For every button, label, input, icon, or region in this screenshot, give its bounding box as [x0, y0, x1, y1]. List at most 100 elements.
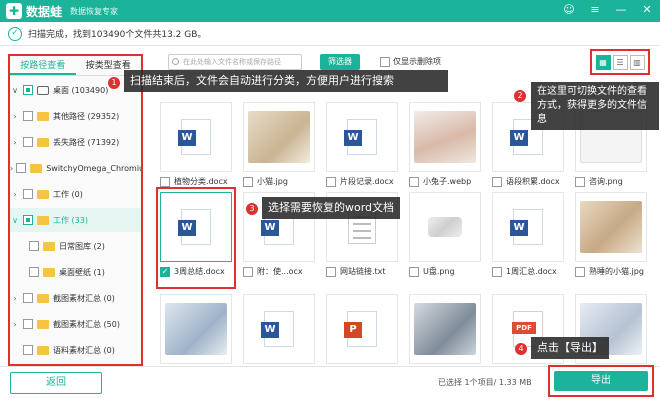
close-icon[interactable]: ✕ [640, 3, 654, 16]
scan-status-bar: ✓ 扫描完成，找到103490个文件共13.2 GB。 [0, 22, 660, 46]
step-badge-3: 3 [246, 203, 258, 215]
file-thumbnail[interactable]: W [160, 102, 232, 172]
file-item[interactable]: W [243, 294, 315, 364]
tree-item-label: 其他路径 (29352) [53, 111, 120, 121]
word-doc-icon: W [344, 119, 377, 155]
tree-checkbox[interactable] [29, 241, 39, 251]
file-item[interactable]: 小猫.jpg [243, 102, 315, 187]
chevron-right-icon[interactable]: › [10, 138, 20, 147]
tree-item-label: 工作 (0) [53, 189, 83, 199]
tree-item-desktop[interactable]: ∨ 桌面 (103490) [10, 78, 141, 102]
rabbit-image [414, 111, 476, 163]
file-checkbox[interactable] [492, 176, 502, 187]
tree-item-corpus[interactable]: 语料素材汇总 (0) [10, 338, 141, 362]
file-checkbox[interactable] [160, 176, 170, 187]
file-item[interactable] [160, 294, 232, 364]
file-thumbnail[interactable]: P [326, 294, 398, 364]
file-name: 植物分类.docx [174, 177, 228, 186]
file-thumbnail[interactable]: W [492, 192, 564, 262]
tree-item-label: 日常图库 (2) [59, 241, 105, 251]
desk-image [414, 303, 476, 355]
tree-item-wallpapers[interactable]: 桌面壁纸 (1) [10, 260, 141, 284]
file-thumbnail[interactable] [409, 294, 481, 364]
file-item[interactable]: W 1周汇总.docx [492, 192, 564, 277]
file-checkbox[interactable] [409, 266, 419, 277]
folder-icon [43, 241, 55, 251]
file-item[interactable]: W 植物分类.docx [160, 102, 232, 187]
file-thumbnail[interactable] [409, 102, 481, 172]
tree-item-work-empty[interactable]: › 工作 (0) [10, 182, 141, 206]
search-icon [172, 58, 179, 65]
menu-icon[interactable]: ≡ [588, 3, 602, 16]
detail-view-icon[interactable]: ▥ [629, 54, 645, 70]
tree-item-other-paths[interactable]: › 其他路径 (29352) [10, 104, 141, 128]
tree-item-screenshots[interactable]: › 截图素材汇总 (50) [10, 312, 141, 336]
scan-status-text: 扫描完成，找到103490个文件共13.2 GB。 [28, 30, 207, 40]
file-name: 网站链接.txt [340, 267, 386, 276]
chevron-right-icon[interactable]: › [10, 164, 13, 173]
minimize-icon[interactable]: — [614, 3, 628, 16]
chevron-right-icon[interactable]: › [10, 294, 20, 303]
file-checkbox[interactable] [326, 176, 336, 187]
file-item[interactable]: 熟睡的小猫.jpg [575, 192, 647, 277]
tree-item-switchyomega[interactable]: › SwitchyOmega_Chromiur [10, 156, 141, 180]
only-deleted-checkbox[interactable] [380, 56, 390, 67]
chevron-right-icon[interactable]: › [10, 190, 20, 199]
tree-checkbox[interactable] [29, 267, 39, 277]
tree-checkbox[interactable] [23, 111, 33, 121]
tree-item-work[interactable]: ∨ 工作 (33) [10, 208, 141, 232]
folder-icon [43, 267, 55, 277]
selected-file-highlight [156, 187, 236, 289]
file-name: 片段记录.docx [340, 177, 394, 186]
tree-checkbox[interactable] [23, 215, 33, 225]
file-checkbox[interactable] [492, 266, 502, 277]
list-view-icon[interactable]: ☰ [612, 54, 628, 70]
chevron-right-icon[interactable]: › [10, 320, 20, 329]
file-thumbnail[interactable] [243, 102, 315, 172]
tree-checkbox[interactable] [16, 163, 27, 173]
tab-by-path[interactable]: 按路径查看 [10, 56, 76, 75]
tree-checkbox[interactable] [23, 85, 33, 95]
file-checkbox[interactable] [243, 266, 253, 277]
tree-item-screenshots-empty[interactable]: › 截图素材汇总 (0) [10, 286, 141, 310]
export-button[interactable]: 导出 [554, 371, 648, 391]
chevron-right-icon[interactable]: › [10, 112, 20, 121]
file-checkbox[interactable] [575, 176, 585, 187]
file-thumbnail[interactable]: W [243, 294, 315, 364]
file-item[interactable]: W 片段记录.docx [326, 102, 398, 187]
tree-item-lost-paths[interactable]: › 丢失路径 (71392) [10, 130, 141, 154]
file-item[interactable] [409, 294, 481, 364]
grid-view-icon[interactable]: ▦ [595, 54, 611, 70]
folder-icon [37, 215, 49, 225]
tree-checkbox[interactable] [23, 189, 33, 199]
file-checkbox[interactable] [326, 266, 336, 277]
word-doc-icon: W [178, 119, 211, 155]
tree-item-label: SwitchyOmega_Chromiur [46, 163, 141, 173]
folder-icon [37, 137, 49, 147]
search-input[interactable]: 在此处输入文件名称或保存路径 [168, 54, 302, 70]
file-thumbnail[interactable] [575, 192, 647, 262]
file-item[interactable]: 小兔子.webp [409, 102, 481, 187]
feedback-icon[interactable]: ☺ [562, 3, 576, 16]
chevron-down-icon[interactable]: ∨ [10, 216, 20, 225]
file-thumbnail[interactable] [409, 192, 481, 262]
tree-checkbox[interactable] [23, 319, 33, 329]
tree-checkbox[interactable] [23, 137, 33, 147]
folder-icon [37, 319, 49, 329]
back-button[interactable]: 返回 [10, 372, 102, 394]
file-item[interactable]: P [326, 294, 398, 364]
selection-info: 已选择 1个项目/ 1.33 MB [438, 378, 532, 387]
tree-checkbox[interactable] [23, 345, 33, 355]
chevron-down-icon[interactable]: ∨ [10, 86, 20, 95]
file-item[interactable]: U盘.png [409, 192, 481, 277]
file-checkbox[interactable] [575, 266, 585, 277]
tree-checkbox[interactable] [23, 293, 33, 303]
file-thumbnail[interactable] [160, 294, 232, 364]
tree-item-daily-gallery[interactable]: 日常图库 (2) [10, 234, 141, 258]
filter-button[interactable]: 筛选器 [320, 54, 360, 70]
tip-click-export: 点击【导出】 [531, 337, 609, 359]
file-checkbox[interactable] [409, 176, 419, 187]
file-thumbnail[interactable]: W [326, 102, 398, 172]
only-deleted-toggle[interactable]: 仅显示删除项 [380, 56, 441, 67]
file-checkbox[interactable] [243, 176, 253, 187]
